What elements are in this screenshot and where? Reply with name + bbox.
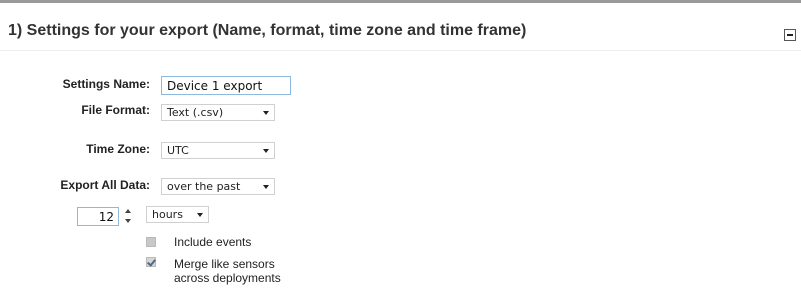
decrement-arrow-icon[interactable] xyxy=(124,218,132,224)
time-zone-select[interactable]: UTC xyxy=(161,142,275,159)
export-range-value: over the past xyxy=(167,180,241,193)
chevron-down-icon xyxy=(263,185,269,189)
duration-unit-value: hours xyxy=(152,208,183,221)
file-format-value: Text (.csv) xyxy=(167,106,224,119)
chevron-down-icon xyxy=(197,213,203,217)
include-events-checkbox[interactable] xyxy=(146,237,156,247)
time-zone-value: UTC xyxy=(167,144,189,157)
file-format-select[interactable]: Text (.csv) xyxy=(161,104,275,121)
merge-sensors-label-line1: Merge like sensors xyxy=(174,257,275,271)
increment-arrow-icon[interactable] xyxy=(124,208,132,214)
settings-name-input[interactable] xyxy=(161,76,291,95)
export-settings-panel: 1) Settings for your export (Name, forma… xyxy=(0,0,801,305)
time-zone-label: Time Zone: xyxy=(86,142,150,156)
merge-sensors-checkbox[interactable] xyxy=(146,257,156,267)
panel-header: 1) Settings for your export (Name, forma… xyxy=(0,3,801,51)
collapse-button[interactable] xyxy=(784,29,796,41)
export-range-select[interactable]: over the past xyxy=(161,178,275,195)
file-format-label: File Format: xyxy=(81,103,150,117)
include-events-label: Include events xyxy=(174,235,252,249)
panel-title: 1) Settings for your export (Name, forma… xyxy=(8,22,527,39)
duration-number-input[interactable] xyxy=(77,207,119,226)
chevron-down-icon xyxy=(263,149,269,153)
chevron-down-icon xyxy=(263,111,269,115)
duration-unit-select[interactable]: hours xyxy=(146,206,209,223)
export-all-data-label: Export All Data: xyxy=(60,178,150,192)
settings-name-label: Settings Name: xyxy=(62,77,150,91)
merge-sensors-label-line2: across deployments xyxy=(174,271,281,285)
